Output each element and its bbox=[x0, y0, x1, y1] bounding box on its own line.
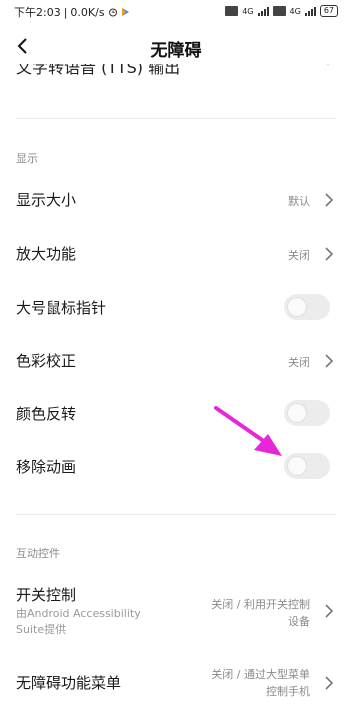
play-store-icon bbox=[121, 8, 129, 16]
network-tag-1: 4G bbox=[242, 6, 254, 16]
row-label: 放大功能 bbox=[16, 245, 77, 263]
remove-animations-toggle[interactable] bbox=[284, 453, 330, 479]
row-accessibility-menu[interactable]: 无障碍功能菜单 关闭 / 通过大型菜单 控制手机 bbox=[0, 656, 352, 710]
sim-card-icon bbox=[225, 6, 239, 16]
row-label: 大号鼠标指针 bbox=[16, 299, 107, 317]
row-color-correction[interactable]: 色彩校正 关闭 bbox=[0, 333, 352, 387]
status-separator: | bbox=[63, 5, 68, 19]
row-color-inversion[interactable]: 颜色反转 bbox=[0, 386, 352, 440]
status-net-speed: 0.0K/s bbox=[70, 5, 105, 19]
chevron-right-icon bbox=[325, 604, 334, 618]
row-value: 默认 bbox=[288, 195, 310, 208]
status-bar: 下午2:03 | 0.0K/s 4G 4G 67 bbox=[0, 0, 352, 22]
battery-icon: 67 bbox=[319, 5, 338, 17]
chevron-right-icon bbox=[325, 193, 334, 207]
alarm-icon bbox=[108, 8, 117, 17]
large-pointer-toggle[interactable] bbox=[284, 294, 330, 320]
toggle-knob bbox=[287, 297, 307, 317]
row-switch-access[interactable]: 开关控制 由Android Accessibility Suite提供 关闭 /… bbox=[0, 580, 352, 642]
row-value-line2: 设备 bbox=[288, 615, 310, 628]
cut-off-row-label: 文字转语音 (TTS) 输出 bbox=[16, 64, 181, 77]
network-tag-2: 4G bbox=[289, 6, 301, 16]
row-subtitle-line2: Suite提供 bbox=[16, 623, 67, 636]
section-heading-display: 显示 bbox=[16, 152, 38, 165]
row-magnification[interactable]: 放大功能 关闭 bbox=[0, 226, 352, 280]
toggle-knob bbox=[287, 456, 307, 476]
color-inversion-toggle[interactable] bbox=[284, 400, 330, 426]
row-label: 开关控制 bbox=[16, 586, 77, 604]
cut-off-row[interactable]: 文字转语音 (TTS) 输出 › bbox=[16, 64, 332, 82]
row-value: 关闭 bbox=[288, 356, 310, 369]
divider bbox=[16, 118, 336, 119]
signal-icon-2 bbox=[304, 6, 316, 16]
row-subtitle-line1: 由Android Accessibility bbox=[16, 607, 141, 620]
row-remove-animations[interactable]: 移除动画 bbox=[0, 439, 352, 493]
page-title: 无障碍 bbox=[150, 41, 202, 61]
toggle-knob bbox=[287, 403, 307, 423]
signal-icon bbox=[257, 6, 269, 16]
chevron-right-icon bbox=[325, 354, 334, 368]
annotation-arrow-icon bbox=[214, 406, 282, 456]
status-left: 下午2:03 | 0.0K/s bbox=[14, 4, 130, 20]
row-display-size[interactable]: 显示大小 默认 bbox=[0, 173, 352, 227]
status-time: 下午2:03 bbox=[14, 6, 61, 19]
row-label: 无障碍功能菜单 bbox=[16, 674, 122, 692]
chevron-right-icon bbox=[325, 676, 334, 690]
row-label: 色彩校正 bbox=[16, 352, 77, 370]
row-label: 显示大小 bbox=[16, 191, 77, 209]
row-label: 移除动画 bbox=[16, 458, 77, 476]
sim-card-icon-2 bbox=[272, 6, 286, 16]
chevron-right-icon bbox=[325, 247, 334, 261]
row-large-pointer[interactable]: 大号鼠标指针 bbox=[0, 280, 352, 334]
row-value-line2: 控制手机 bbox=[266, 685, 310, 698]
section-heading-interaction: 互动控件 bbox=[16, 547, 60, 560]
row-value-line1: 关闭 / 利用开关控制 bbox=[211, 598, 310, 611]
row-label: 颜色反转 bbox=[16, 405, 77, 423]
status-right: 4G 4G 67 bbox=[225, 5, 338, 17]
chevron-right-icon: › bbox=[326, 64, 332, 70]
row-value: 关闭 bbox=[288, 249, 310, 262]
row-value-line1: 关闭 / 通过大型菜单 bbox=[211, 668, 310, 681]
divider bbox=[16, 514, 336, 515]
